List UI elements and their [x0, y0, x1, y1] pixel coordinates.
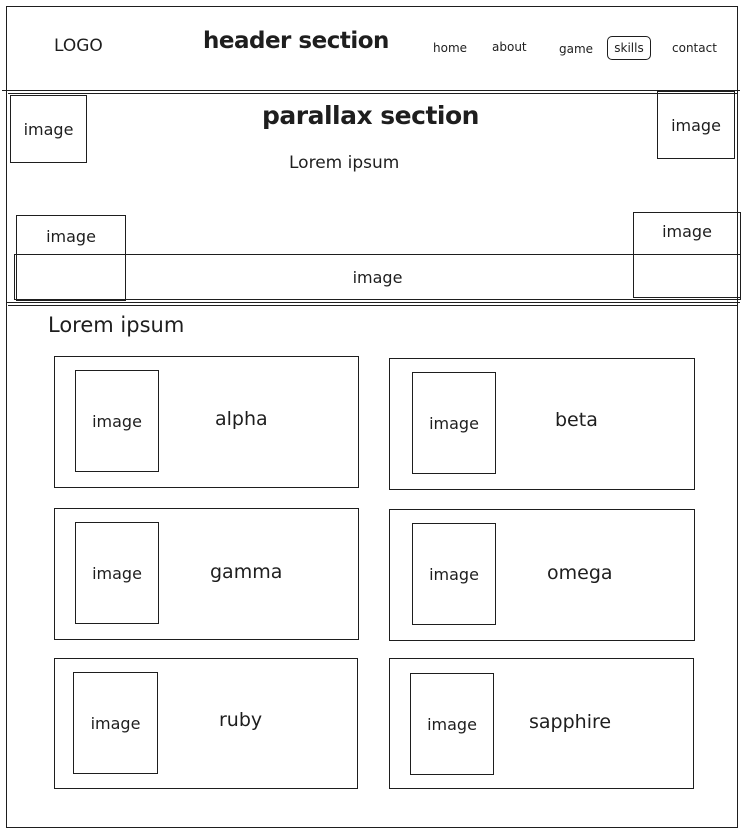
card-image: image [412, 523, 496, 625]
header-title: header section [203, 28, 389, 54]
card-image: image [73, 672, 158, 774]
nav-skills[interactable]: skills [607, 36, 651, 60]
card-title: gamma [210, 561, 283, 583]
nav-home[interactable]: home [433, 41, 467, 55]
parallax-subtitle: Lorem ipsum [289, 153, 400, 173]
card-beta[interactable]: image beta [389, 358, 695, 490]
logo[interactable]: LOGO [54, 36, 103, 56]
card-omega[interactable]: image omega [389, 509, 695, 641]
card-alpha[interactable]: image alpha [54, 356, 359, 488]
image-label-wrap: image [634, 219, 740, 243]
parallax-section: image parallax section Lorem ipsum image… [6, 91, 741, 305]
card-gamma[interactable]: image gamma [54, 508, 359, 640]
image-label-wrap: image [17, 224, 125, 248]
nav-contact[interactable]: contact [672, 41, 717, 55]
parallax-image-wide: image [14, 254, 741, 300]
content-heading: Lorem ipsum [48, 313, 185, 337]
parallax-image-top-left: image [10, 95, 87, 163]
card-title: beta [555, 409, 598, 431]
image-label: image [671, 115, 721, 135]
card-title: sapphire [529, 711, 612, 733]
card-ruby[interactable]: image ruby [54, 658, 358, 789]
nav-skills-label: skills [614, 41, 644, 55]
header-section: LOGO header section home about game skil… [6, 6, 738, 92]
image-label: image [92, 563, 142, 583]
parallax-divider [6, 302, 740, 303]
header-divider [2, 90, 740, 91]
card-image: image [410, 673, 494, 775]
nav-about[interactable]: about [492, 40, 527, 54]
image-label: image [352, 267, 403, 287]
card-image: image [412, 372, 496, 474]
image-label: image [23, 119, 74, 139]
image-label: image [429, 413, 479, 433]
card-image: image [75, 370, 159, 472]
image-label: image [92, 411, 142, 431]
image-label: image [90, 713, 141, 733]
parallax-title: parallax section [262, 101, 479, 130]
nav-game[interactable]: game [559, 42, 593, 56]
image-label: image [427, 714, 477, 734]
card-sapphire[interactable]: image sapphire [389, 658, 694, 789]
image-label: image [662, 221, 712, 241]
card-title: omega [547, 562, 613, 584]
card-image: image [75, 522, 159, 624]
parallax-divider-2 [8, 305, 738, 306]
parallax-image-top-right: image [657, 91, 735, 159]
card-title: ruby [219, 709, 263, 731]
image-label: image [46, 226, 96, 246]
card-title: alpha [215, 408, 268, 430]
image-label: image [429, 564, 479, 584]
